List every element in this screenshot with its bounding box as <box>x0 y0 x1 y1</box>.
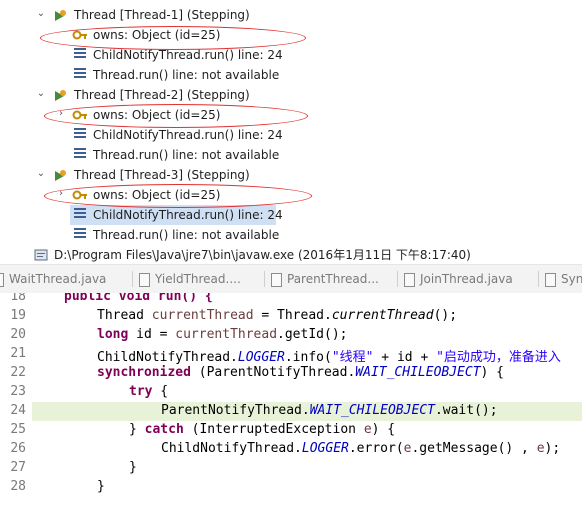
stack-frame-icon <box>74 228 88 242</box>
process-node[interactable]: D:\Program Files\Java\jre7\bin\javaw.exe… <box>0 245 582 264</box>
line-number: 18 <box>10 293 26 304</box>
java-file-icon <box>270 272 282 287</box>
thread-node-1[interactable]: ⌄ Thread [Thread-1] (Stepping) <box>0 5 582 25</box>
code-line-25: } catch (InterruptedException e) { <box>129 422 396 437</box>
code-line-19: Thread currentThread = Thread.currentThr… <box>97 308 458 323</box>
collapse-arrow-icon[interactable]: ⌄ <box>36 88 46 100</box>
line-number: 21 <box>10 346 26 361</box>
thread-node-2[interactable]: ⌄ Thread [Thread-2] (Stepping) <box>0 85 582 105</box>
line-number: 24 <box>10 403 26 418</box>
code-line-23: try { <box>129 384 169 399</box>
key-icon <box>72 28 87 42</box>
process-icon <box>34 248 48 262</box>
collapse-arrow-icon[interactable]: ⌄ <box>36 8 46 20</box>
java-file-icon <box>138 272 150 287</box>
thread-icon <box>52 8 66 22</box>
key-icon <box>72 188 87 202</box>
stack-frame-label: Thread.run() line: not available <box>93 228 280 242</box>
line-number: 22 <box>10 365 26 380</box>
line-number: 26 <box>10 441 26 456</box>
line-number: 28 <box>10 479 26 494</box>
code-line-27: } <box>129 460 137 475</box>
tab-syn[interactable]: Syn <box>538 265 582 293</box>
stack-frame-icon <box>74 128 88 142</box>
stack-frame-icon <box>74 68 88 82</box>
stack-frame[interactable]: ChildNotifyThread.run() line: 24 <box>0 125 582 145</box>
thread-node-3[interactable]: ⌄ Thread [Thread-3] (Stepping) <box>0 165 582 185</box>
stack-frame-selected[interactable]: ChildNotifyThread.run() line: 24 <box>70 205 283 225</box>
stack-frame-label: Thread.run() line: not available <box>93 148 280 162</box>
process-label: D:\Program Files\Java\jre7\bin\javaw.exe… <box>54 248 471 262</box>
java-file-icon <box>0 272 4 287</box>
line-number: 19 <box>10 308 26 323</box>
thread-icon <box>52 88 66 102</box>
line-number: 20 <box>10 327 26 342</box>
code-line-18: public void run() { <box>64 293 213 304</box>
collapse-arrow-icon[interactable]: ⌄ <box>36 168 46 180</box>
code-line-24: ParentNotifyThread.WAIT_CHILEOBJECT.wait… <box>161 403 498 418</box>
stack-frame-icon <box>74 208 88 222</box>
expand-arrow-icon[interactable]: › <box>56 108 66 120</box>
stack-frame[interactable]: Thread.run() line: not available <box>0 145 582 165</box>
thread-icon <box>52 168 66 182</box>
key-icon <box>72 108 87 122</box>
code-line-21: ChildNotifyThread.LOGGER.info("线程" + id … <box>97 350 561 365</box>
stack-frame[interactable]: ChildNotifyThread.run() line: 24 <box>0 45 582 65</box>
stack-frame-icon <box>74 148 88 162</box>
thread-label: Thread [Thread-3] (Stepping) <box>74 168 250 182</box>
monitor-node[interactable]: owns: Object (id=25) <box>0 25 582 45</box>
code-line-28: } <box>97 479 105 494</box>
monitor-node[interactable]: › owns: Object (id=25) <box>0 105 582 125</box>
debug-view: ⌄ Thread [Thread-1] (Stepping) owns: Obj… <box>0 0 582 264</box>
editor-tab-bar: WaitThread.java YieldThread.... ParentTh… <box>0 264 582 294</box>
line-number: 27 <box>10 460 26 475</box>
stack-frame-label: Thread.run() line: not available <box>93 68 280 82</box>
line-number: 25 <box>10 422 26 437</box>
stack-frame[interactable]: Thread.run() line: not available <box>0 225 582 245</box>
code-line-26: ChildNotifyThread.LOGGER.error(e.getMess… <box>161 441 561 456</box>
stack-frame-icon <box>74 48 88 62</box>
tab-waitthread[interactable]: WaitThread.java <box>0 265 106 293</box>
tab-yieldthread[interactable]: YieldThread.... <box>132 265 241 293</box>
thread-label: Thread [Thread-2] (Stepping) <box>74 88 250 102</box>
code-line-20: long id = currentThread.getId(); <box>97 327 348 342</box>
stack-frame[interactable]: Thread.run() line: not available <box>0 65 582 85</box>
owns-label: owns: Object (id=25) <box>93 188 221 202</box>
java-file-icon <box>544 272 556 287</box>
thread-label: Thread [Thread-1] (Stepping) <box>74 8 250 22</box>
line-number: 23 <box>10 384 26 399</box>
stack-frame-label: ChildNotifyThread.run() line: 24 <box>93 128 283 142</box>
java-file-icon <box>403 272 415 287</box>
code-editor[interactable]: 18 19 20 21 22 23 24 25 26 27 28 public … <box>0 293 582 506</box>
owns-label: owns: Object (id=25) <box>93 108 221 122</box>
owns-label: owns: Object (id=25) <box>93 28 221 42</box>
stack-frame-label: ChildNotifyThread.run() line: 24 <box>93 48 283 62</box>
monitor-node[interactable]: › owns: Object (id=25) <box>0 185 582 205</box>
expand-arrow-icon[interactable]: › <box>56 188 66 200</box>
code-line-22: synchronized (ParentNotifyThread.WAIT_CH… <box>97 365 505 380</box>
tab-parentthread[interactable]: ParentThread... <box>264 265 379 293</box>
stack-frame-label: ChildNotifyThread.run() line: 24 <box>93 208 283 222</box>
tab-jointhread[interactable]: JoinThread.java <box>397 265 513 293</box>
